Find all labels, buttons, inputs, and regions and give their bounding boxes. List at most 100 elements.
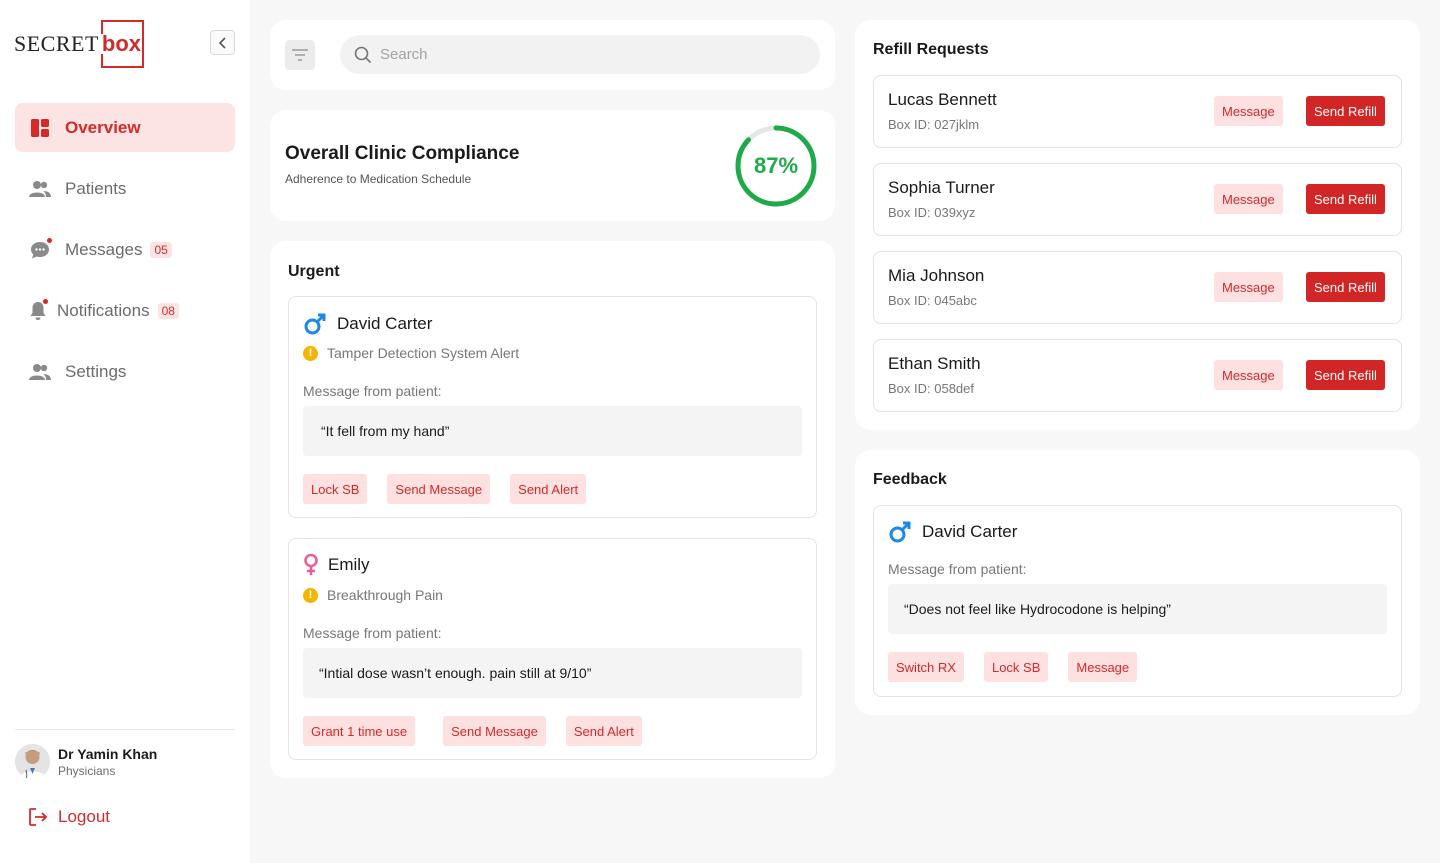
- refill-box-id: Box ID: 039xyz: [888, 205, 976, 220]
- sidebar-divider: [15, 729, 235, 730]
- logout-icon: [28, 806, 50, 828]
- refill-box-id: Box ID: 058def: [888, 381, 974, 396]
- logout-label: Logout: [58, 807, 110, 826]
- search-input[interactable]: [380, 46, 800, 63]
- filter-icon: [292, 49, 308, 61]
- lock-sb-button[interactable]: Lock SB: [303, 474, 368, 504]
- message-label: Message from patient:: [303, 625, 442, 641]
- refill-patient-name: Lucas Bennett: [888, 90, 997, 109]
- search-card: [270, 20, 835, 90]
- patient-name: David Carter: [337, 314, 433, 333]
- send-refill-button[interactable]: Send Refill: [1306, 360, 1385, 390]
- chevron-left-icon: [218, 36, 226, 49]
- patient-name: Emily: [328, 555, 370, 574]
- send-refill-button[interactable]: Send Refill: [1306, 272, 1385, 302]
- female-icon: [304, 553, 318, 575]
- feedback-card: Feedback David Carter Message from patie…: [855, 450, 1420, 715]
- secretbox-logo[interactable]: SECRET box: [14, 20, 144, 68]
- refill-patient-name: Sophia Turner: [888, 178, 995, 197]
- compliance-subtitle: Adherence to Medication Schedule: [285, 172, 472, 186]
- patient-message: “Does not feel like Hydrocodone is helpi…: [888, 584, 1387, 634]
- profile-text: Dr Yamin Khan Physicians: [58, 746, 157, 778]
- alert-text: Breakthrough Pain: [327, 587, 443, 603]
- patient-row: Emily: [303, 553, 370, 577]
- alert-text: Tamper Detection System Alert: [327, 345, 520, 361]
- unread-dot: [42, 297, 49, 305]
- profile-name: Dr Yamin Khan: [58, 745, 158, 762]
- search-icon: [354, 46, 372, 63]
- logout-button[interactable]: Logout: [28, 806, 110, 828]
- alert-row: ! Breakthrough Pain: [303, 587, 443, 603]
- refill-patient-name: Ethan Smith: [888, 354, 981, 373]
- send-message-button[interactable]: Send Message: [387, 474, 491, 504]
- collapse-sidebar-button[interactable]: [210, 30, 235, 55]
- urgent-item: Emily ! Breakthrough Pain Message from p…: [288, 538, 817, 760]
- send-alert-button[interactable]: Send Alert: [565, 716, 642, 746]
- send-alert-button[interactable]: Send Alert: [510, 474, 587, 504]
- sidebar-item-patients[interactable]: Patients: [15, 164, 235, 213]
- urgent-title: Urgent: [288, 263, 340, 280]
- message-button[interactable]: Message: [1214, 272, 1283, 302]
- sidebar-item-label: Notifications: [57, 300, 150, 320]
- grant-time-use-button[interactable]: Grant 1 time use: [303, 716, 416, 746]
- message-label: Message from patient:: [303, 383, 442, 399]
- message-label: Message from patient:: [888, 561, 1027, 577]
- message-button[interactable]: Message: [1214, 360, 1283, 390]
- patient-row: David Carter: [888, 520, 1017, 544]
- patient-message: “Intial dose wasn’t enough. pain still a…: [303, 648, 802, 698]
- lock-sb-button[interactable]: Lock SB: [983, 652, 1049, 682]
- feedback-title: Feedback: [873, 471, 947, 488]
- sidebar-item-label: Settings: [65, 361, 127, 381]
- profile-role: Physicians: [58, 763, 116, 778]
- avatar: [15, 744, 50, 779]
- sidebar-item-label: Patients: [65, 178, 127, 198]
- filter-button[interactable]: [285, 40, 315, 70]
- send-refill-button[interactable]: Send Refill: [1306, 184, 1385, 214]
- logo-secret-text: SECRET: [14, 31, 99, 56]
- action-buttons: Grant 1 time use Send Message Send Alert: [303, 716, 662, 746]
- send-message-button[interactable]: Send Message: [443, 716, 546, 746]
- sidebar-item-settings[interactable]: Settings: [15, 347, 235, 396]
- feedback-item: David Carter Message from patient: “Does…: [873, 505, 1402, 697]
- urgent-card: Urgent David Carter ! Tamper Detection S…: [270, 241, 835, 778]
- logo-box-text: box: [100, 20, 144, 68]
- sidebar-item-overview[interactable]: Overview: [15, 103, 235, 152]
- sidebar-item-label: Messages: [65, 239, 143, 259]
- warning-icon: !: [303, 587, 318, 603]
- bell-icon: [29, 297, 49, 322]
- refill-item: Mia Johnson Box ID: 045abc Message Send …: [873, 251, 1402, 324]
- alert-row: ! Tamper Detection System Alert: [303, 345, 519, 361]
- message-button[interactable]: Message: [1214, 96, 1283, 126]
- refill-item: Sophia Turner Box ID: 039xyz Message Sen…: [873, 163, 1402, 236]
- urgent-item: David Carter ! Tamper Detection System A…: [288, 296, 817, 518]
- patient-name: David Carter: [922, 522, 1018, 541]
- male-icon: [889, 521, 911, 543]
- messages-count-badge: 05: [150, 241, 172, 258]
- action-buttons: Lock SB Send Message Send Alert: [303, 474, 606, 504]
- users-settings-icon: [29, 361, 51, 383]
- compliance-title: Overall Clinic Compliance: [285, 143, 520, 164]
- message-button[interactable]: Message: [1068, 652, 1138, 682]
- notifications-count-badge: 08: [157, 302, 179, 319]
- refill-title: Refill Requests: [873, 41, 989, 58]
- user-profile[interactable]: Dr Yamin Khan Physicians: [15, 744, 157, 779]
- sidebar-item-label: Overview: [65, 117, 141, 137]
- switch-rx-button[interactable]: Switch RX: [888, 652, 964, 682]
- refill-patient-name: Mia Johnson: [888, 266, 985, 285]
- send-refill-button[interactable]: Send Refill: [1306, 96, 1385, 126]
- sidebar-item-notifications[interactable]: Notifications 08: [15, 286, 235, 335]
- warning-icon: !: [303, 345, 318, 361]
- patient-message: “It fell from my hand”: [303, 406, 802, 456]
- dashboard-icon: [29, 117, 51, 139]
- message-button[interactable]: Message: [1214, 184, 1283, 214]
- search-bar: [340, 35, 820, 74]
- refill-item: Ethan Smith Box ID: 058def Message Send …: [873, 339, 1402, 412]
- compliance-card: Overall Clinic Compliance Adherence to M…: [270, 110, 835, 221]
- users-icon: [29, 178, 51, 200]
- refill-requests-card: Refill Requests Lucas Bennett Box ID: 02…: [855, 20, 1420, 430]
- refill-box-id: Box ID: 027jklm: [888, 117, 980, 132]
- patient-row: David Carter: [303, 312, 432, 336]
- action-buttons: Switch RX Lock SB Message: [888, 652, 1157, 682]
- sidebar-item-messages[interactable]: Messages 05: [15, 225, 235, 274]
- chat-icon: [29, 236, 53, 261]
